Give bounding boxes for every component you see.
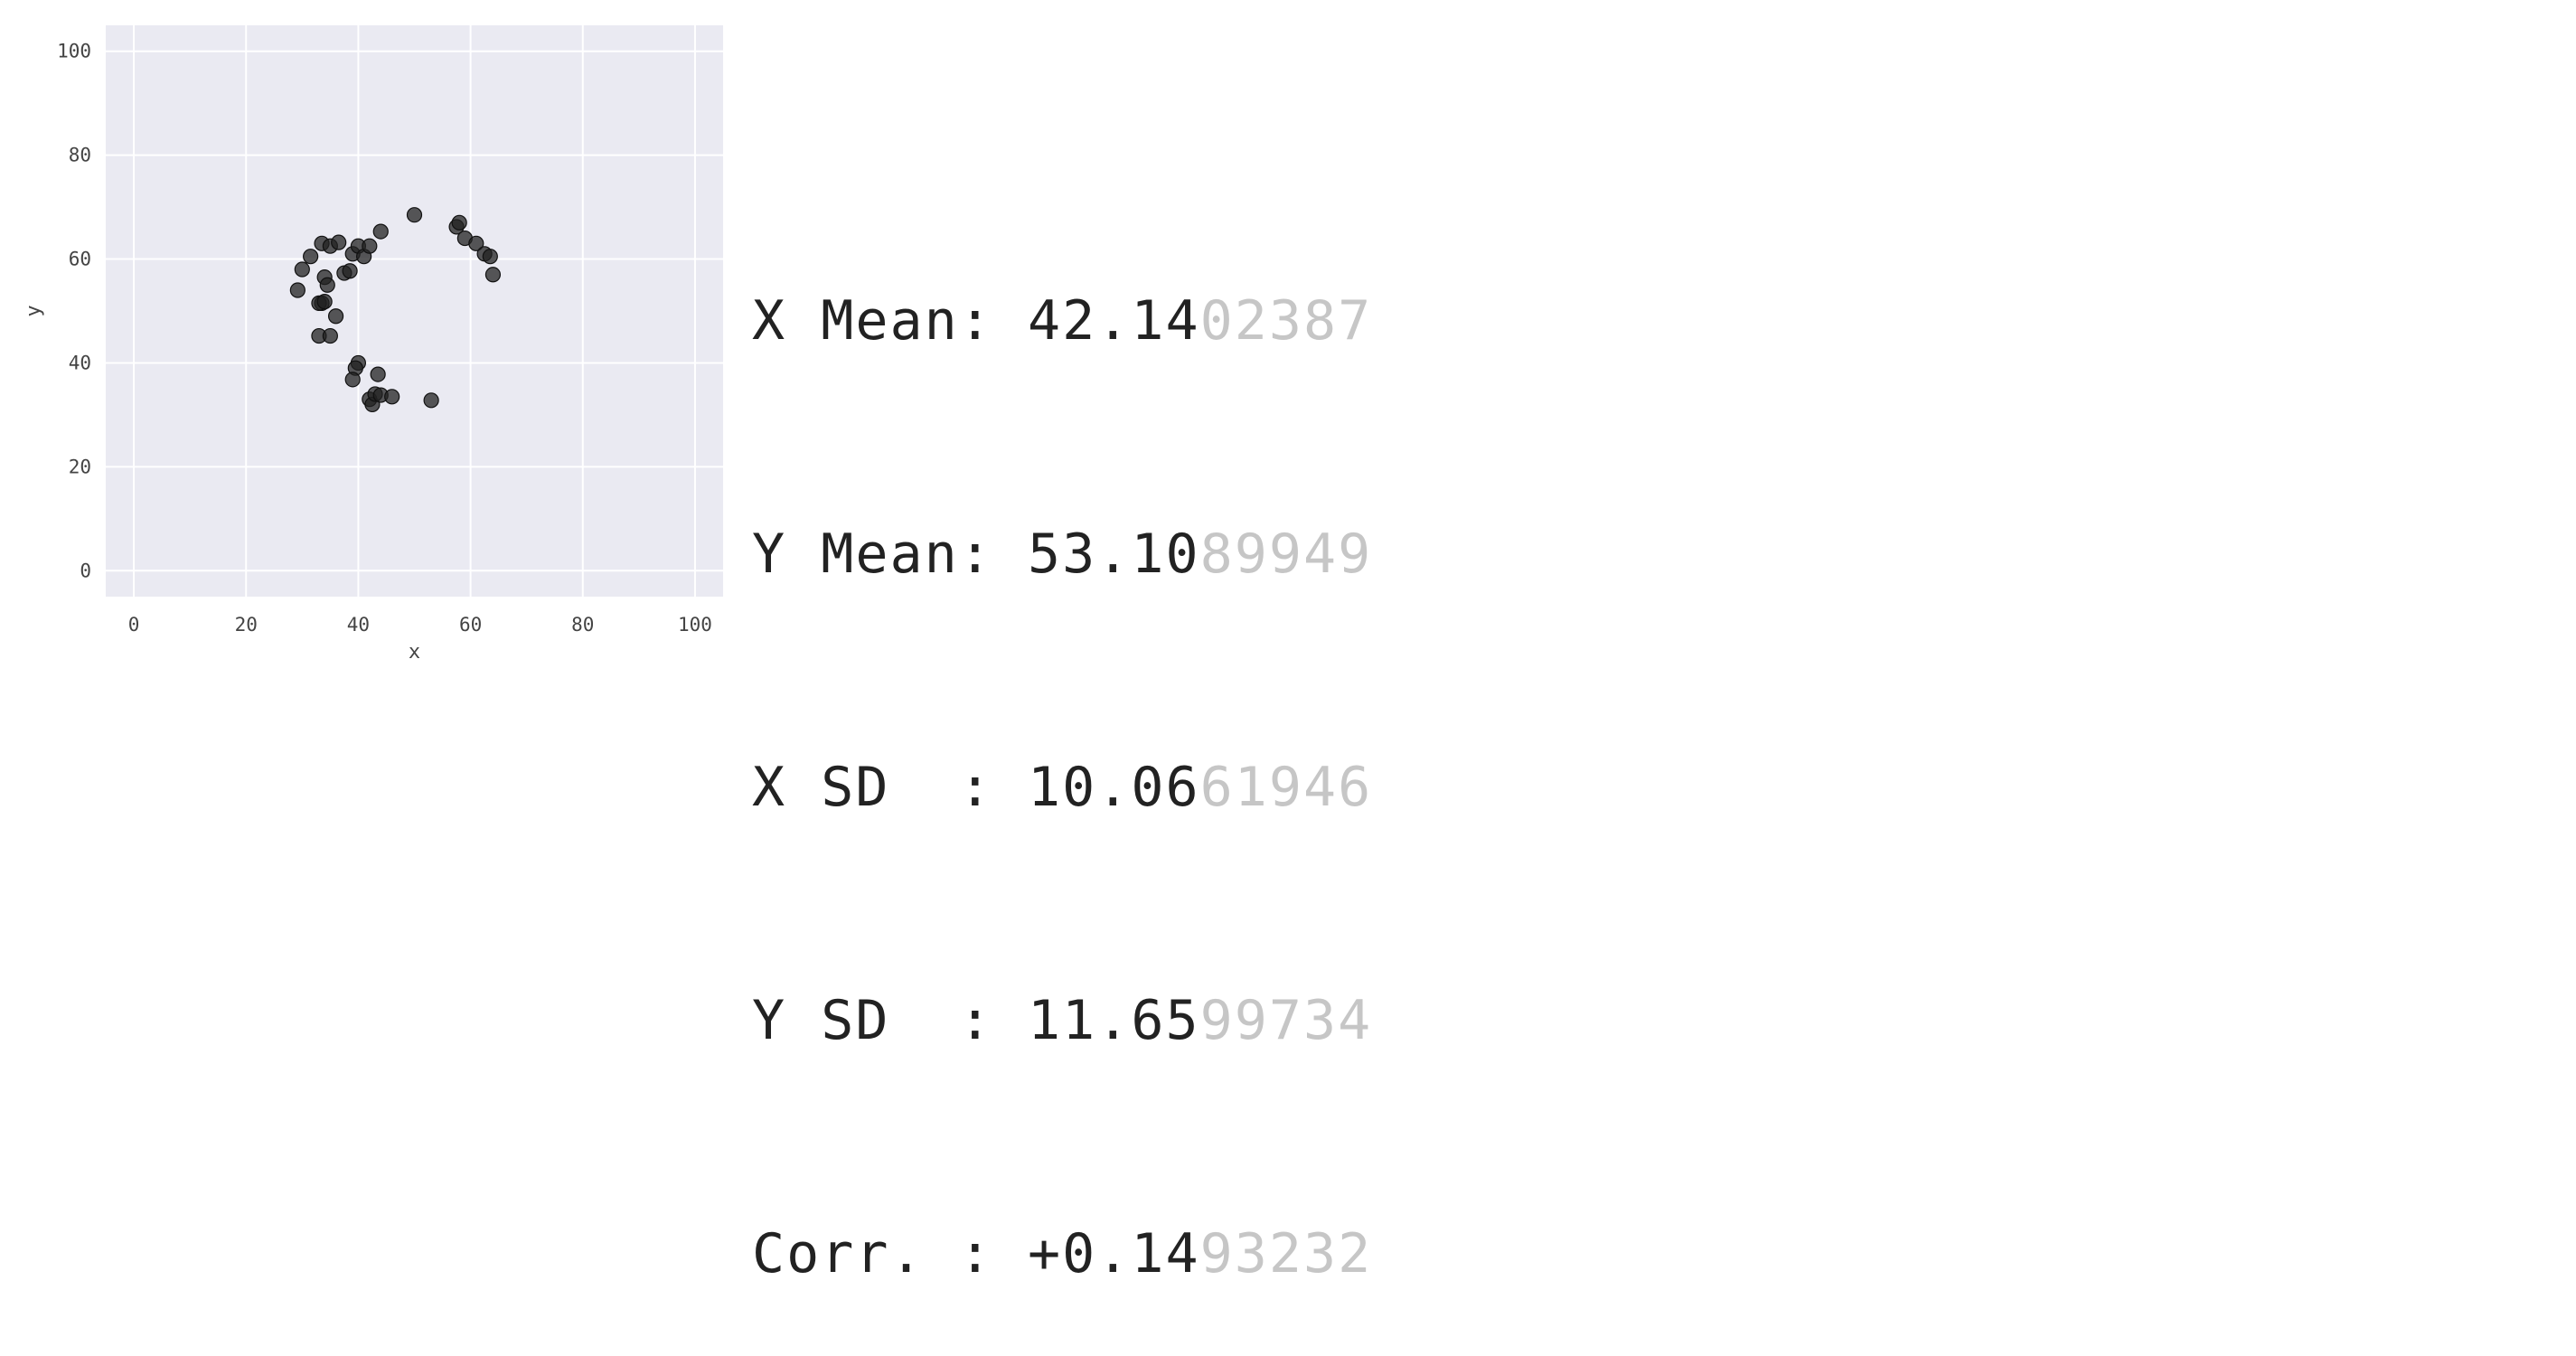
stat-value-faded-digits: 61946	[1199, 756, 1373, 819]
stat-value: 11.65	[1027, 989, 1200, 1052]
stat-value: 53.10	[1027, 523, 1200, 586]
x-tick-label: 100	[678, 614, 712, 636]
scatter-point	[372, 223, 389, 240]
x-tick-label: 60	[459, 614, 482, 636]
stat-value: 10.06	[1027, 756, 1200, 819]
scatter-point	[322, 327, 338, 344]
scatter-point	[331, 234, 347, 250]
stat-label: X Mean:	[752, 289, 1028, 353]
scatter-chart: 0 20 40 60 80 100 0 20 40 60 80 100 x y	[23, 25, 723, 664]
y-tick-label: 20	[69, 456, 91, 477]
scatter-point	[319, 277, 335, 293]
scatter-point	[482, 249, 498, 265]
scatter-point	[344, 372, 361, 388]
x-axis-label: x	[409, 641, 420, 664]
scatter-point	[294, 261, 310, 278]
scatter-point	[316, 294, 333, 310]
plot-area	[106, 25, 723, 597]
scatter-point	[384, 389, 400, 405]
y-axis-label: y	[23, 305, 45, 316]
stat-value-faded-digits: 02387	[1199, 289, 1373, 353]
stat-value-faded-digits: 89949	[1199, 523, 1373, 586]
y-tick-label: 60	[69, 249, 91, 270]
summary-statistics: X Mean: 42.1402387 Y Mean: 53.1089949 X …	[752, 127, 1372, 1356]
y-tick-label: 80	[69, 145, 91, 166]
stat-x-sd: X SD : 10.0661946	[752, 749, 1372, 826]
scatter-point	[289, 282, 306, 298]
y-tick-label: 40	[69, 352, 91, 373]
stat-x-mean: X Mean: 42.1402387	[752, 282, 1372, 360]
scatter-point	[370, 366, 386, 382]
scatter-point	[451, 214, 467, 231]
x-tick-label: 0	[128, 614, 140, 636]
x-tick-label: 80	[571, 614, 594, 636]
scatter-point	[406, 207, 423, 223]
stat-label: X SD :	[752, 756, 1028, 819]
scatter-point	[303, 249, 319, 265]
stat-y-mean: Y Mean: 53.1089949	[752, 515, 1372, 593]
x-tick-label: 40	[347, 614, 370, 636]
scatter-point	[484, 267, 502, 283]
stat-correlation: Corr. : +0.1493232	[752, 1215, 1372, 1293]
x-tick-labels: 0 20 40 60 80 100	[128, 614, 712, 636]
scatter-point	[423, 392, 439, 409]
stat-y-sd: Y SD : 11.6599734	[752, 982, 1372, 1059]
stat-value-faded-digits: 93232	[1199, 1222, 1373, 1285]
scatter-point	[362, 238, 378, 254]
y-tick-label: 0	[80, 560, 91, 581]
stat-value-faded-digits: 99734	[1199, 989, 1373, 1052]
stat-label: Y Mean:	[752, 523, 1028, 586]
scatter-point	[342, 263, 358, 279]
stat-value: +0.14	[1027, 1222, 1200, 1285]
y-tick-label: 100	[57, 41, 91, 62]
x-tick-label: 20	[235, 614, 258, 636]
y-tick-labels: 0 20 40 60 80 100	[57, 41, 91, 582]
stat-label: Corr. :	[752, 1222, 1028, 1285]
scatter-point	[327, 308, 344, 325]
stat-value: 42.14	[1027, 289, 1200, 353]
stat-label: Y SD :	[752, 989, 1028, 1052]
